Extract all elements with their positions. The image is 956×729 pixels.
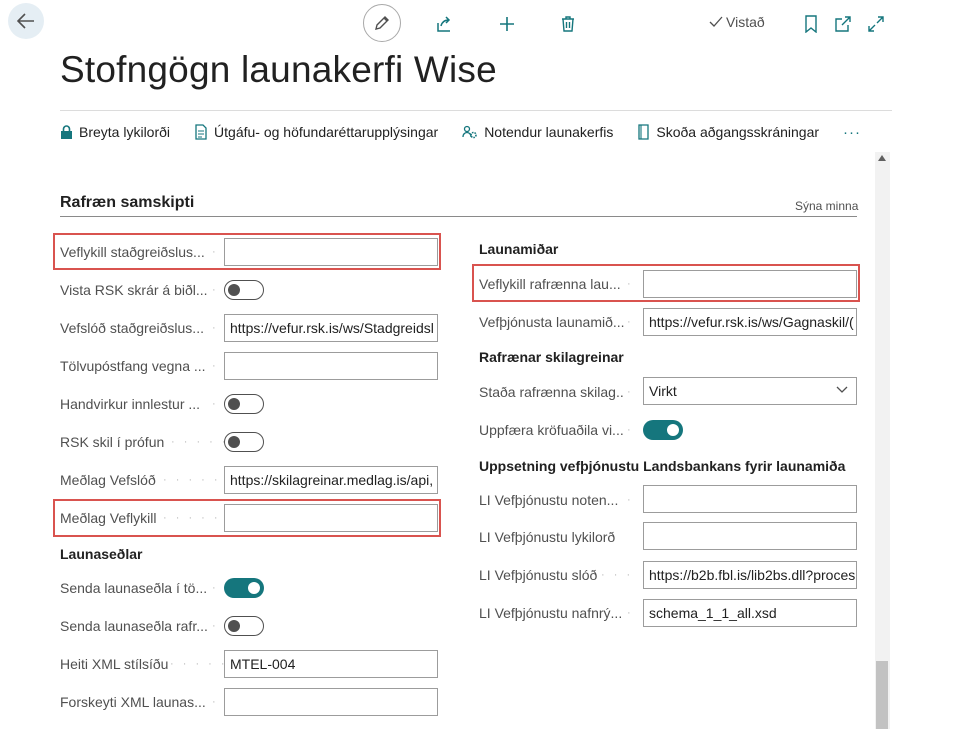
trash-icon	[562, 16, 574, 32]
more-actions-label: ···	[843, 123, 862, 141]
field-label: Senda launaseðla í tö...	[60, 580, 208, 596]
view-access-log-action[interactable]: Skoða aðgangsskráningar	[637, 124, 819, 140]
payslips-group-title: Launaseðlar	[60, 546, 143, 562]
highlight-box	[53, 233, 441, 270]
field-label: Uppfæra kröfuaðila vi...	[479, 422, 624, 438]
log-icon	[638, 124, 650, 140]
saved-label: Vistað	[726, 14, 765, 30]
document-info-icon	[195, 124, 207, 140]
more-actions-button[interactable]: ···	[843, 124, 861, 141]
field-label: Senda launaseðla rafr...	[60, 618, 208, 634]
field-label: Forskeyti XML launas...	[60, 694, 206, 710]
users-gear-icon	[462, 125, 477, 139]
update-creditor-toggle[interactable]	[643, 420, 683, 440]
arrow-left-icon	[17, 13, 34, 29]
field-label: RSK skil í prófun	[60, 434, 165, 450]
field-label: Meðlag Vefslóð	[60, 472, 156, 488]
delete-button[interactable]	[556, 12, 580, 36]
send-payslips-toggle[interactable]	[224, 578, 264, 598]
scrollbar-thumb[interactable]	[876, 661, 888, 729]
xml-prefix-input[interactable]	[224, 688, 438, 716]
field-label: Tölvupóstfang vegna ...	[60, 358, 206, 374]
li-namespace-input[interactable]: schema_1_1_all.xsd	[643, 599, 857, 627]
select-value: Virkt	[649, 383, 677, 399]
highlight-box	[53, 499, 441, 537]
label-leader-dots: ·	[627, 494, 634, 506]
manual-import-toggle[interactable]	[224, 394, 264, 414]
save-rsk-files-toggle[interactable]	[224, 280, 264, 300]
field-label: Staða rafrænna skilag...	[479, 384, 625, 400]
field-label: LI Vefþjónustu slóð	[479, 567, 598, 583]
landsbanki-group-title: Uppsetning vefþjónustu Landsbankans fyri…	[479, 458, 846, 474]
title-divider	[60, 110, 892, 111]
label-leader-dots: ·	[627, 316, 634, 328]
edit-button[interactable]	[363, 4, 401, 42]
email-input[interactable]	[224, 352, 438, 380]
send-payslips-electronic-toggle[interactable]	[224, 616, 264, 636]
label-leader-dots: ·	[212, 360, 219, 372]
section-title: Rafræn samskipti	[60, 194, 195, 211]
label-leader-dots: ·	[627, 386, 634, 398]
new-button[interactable]	[495, 12, 519, 36]
alimony-url-input[interactable]: https://skilagreinar.medlag.is/api,	[224, 466, 438, 494]
version-info-action[interactable]: Útgáfu- og höfundaréttarupplýsingar	[194, 124, 438, 140]
field-label: Vista RSK skrár á biðl...	[60, 282, 208, 298]
chevron-down-icon	[836, 386, 848, 393]
li-username-input[interactable]	[643, 485, 857, 513]
field-label: LI Vefþjónustu lykilorð	[479, 529, 616, 545]
li-url-input[interactable]: https://b2b.fbl.is/lib2bs.dll?proces	[643, 561, 857, 589]
saved-status: Vistað	[709, 14, 765, 30]
wage-slip-service-url-input[interactable]: https://vefur.rsk.is/ws/Gagnaskil/(	[643, 308, 857, 336]
change-password-label: Breyta lykilorði	[79, 124, 171, 140]
label-leader-dots: ·	[212, 284, 219, 296]
rsk-test-toggle[interactable]	[224, 432, 264, 452]
field-label: LI Vefþjónustu noten...	[479, 492, 619, 508]
expand-button[interactable]	[865, 13, 887, 35]
field-label: Vefslóð staðgreiðslus...	[60, 320, 204, 336]
label-leader-dots: ·	[212, 620, 219, 632]
open-in-new-window-icon	[835, 16, 851, 32]
label-leader-dots: ·	[627, 424, 634, 436]
electronic-returns-group-title: Rafrænar skilagreinar	[479, 349, 624, 365]
label-leader-dots: ·	[627, 607, 634, 619]
back-button[interactable]	[8, 3, 44, 39]
version-info-label: Útgáfu- og höfundaréttarupplýsingar	[214, 124, 439, 140]
pencil-icon	[375, 16, 389, 30]
scroll-up-arrow-icon[interactable]	[878, 155, 886, 161]
payroll-users-label: Notendur launakerfis	[484, 124, 614, 140]
checkmark-icon	[709, 16, 723, 27]
page-title: Stofngögn launakerfi Wise	[60, 49, 497, 90]
field-label: LI Vefþjónustu nafnrý...	[479, 605, 623, 621]
field-label: Heiti XML stílsíðu	[60, 656, 168, 672]
section-divider	[60, 216, 857, 217]
lock-icon	[61, 124, 72, 139]
field-label: Vefþjónusta launamið...	[479, 314, 625, 330]
bookmark-icon	[805, 15, 817, 33]
plus-icon	[500, 17, 514, 31]
electronic-returns-status-select[interactable]: Virkt	[643, 377, 857, 405]
launamidar-group-title: Launamiðar	[479, 241, 559, 257]
action-bar: Breyta lykilorði Útgáfu- og höfundarétta…	[60, 120, 885, 144]
highlight-box	[472, 264, 860, 302]
label-leader-dots: ·	[212, 398, 219, 410]
bookmark-button[interactable]	[801, 13, 821, 35]
open-new-window-button[interactable]	[833, 13, 853, 35]
xml-stylesheet-input[interactable]: MTEL-004	[224, 650, 438, 678]
field-label: Handvirkur innlestur ...	[60, 396, 201, 412]
payroll-users-action[interactable]: Notendur launakerfis	[462, 124, 613, 140]
view-access-log-label: Skoða aðgangsskráningar	[656, 124, 820, 140]
share-icon	[437, 16, 451, 32]
label-leader-dots: ·	[212, 696, 219, 708]
li-password-input[interactable]	[643, 522, 857, 550]
change-password-action[interactable]: Breyta lykilorði	[60, 124, 170, 140]
withholding-url-input[interactable]: https://vefur.rsk.is/ws/Stadgreidsl	[224, 314, 438, 342]
show-less-link[interactable]: Sýna minna	[795, 199, 858, 213]
expand-icon	[868, 16, 884, 32]
scrollbar[interactable]	[875, 152, 890, 729]
label-leader-dots: ·	[212, 582, 219, 594]
label-leader-dots: ·	[212, 322, 219, 334]
share-button[interactable]	[432, 12, 456, 36]
label-leader-dots: · · ·	[601, 569, 634, 581]
